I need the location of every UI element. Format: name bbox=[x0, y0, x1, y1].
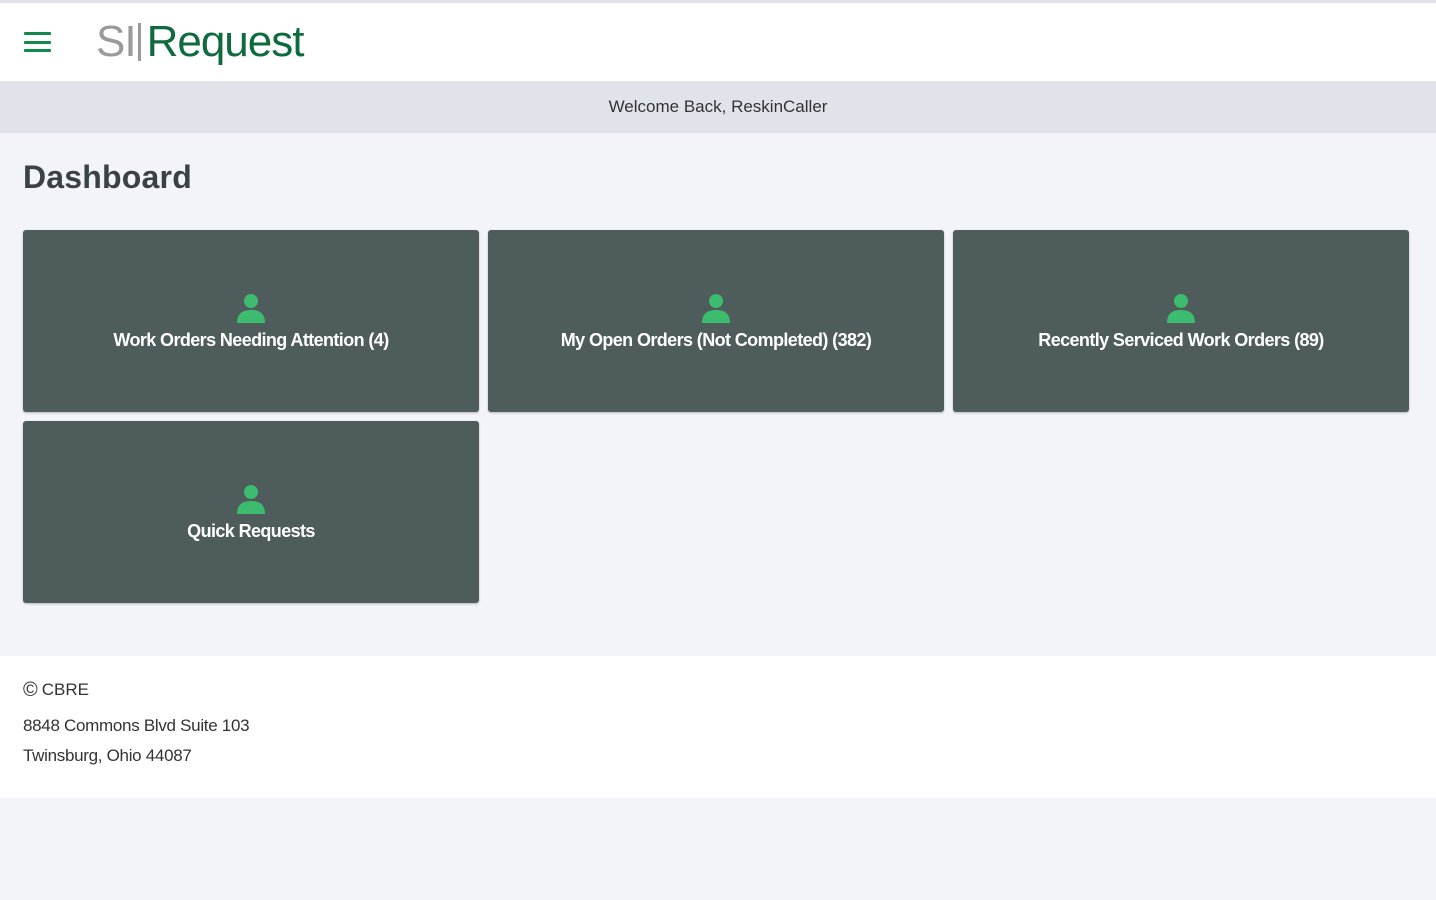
user-icon bbox=[1167, 293, 1195, 323]
address-line-2: Twinsburg, Ohio 44087 bbox=[23, 746, 192, 765]
page: SI Request Welcome Back, ReskinCaller Da… bbox=[0, 0, 1436, 900]
address-line-1: 8848 Commons Blvd Suite 103 bbox=[23, 716, 250, 735]
footer: © CBRE 8848 Commons Blvd Suite 103 Twins… bbox=[0, 656, 1436, 798]
tile-label: Quick Requests bbox=[187, 520, 315, 541]
user-icon bbox=[702, 293, 730, 323]
welcome-text: Welcome Back, ReskinCaller bbox=[608, 97, 828, 116]
logo-name: Request bbox=[146, 17, 305, 66]
app-logo[interactable]: SI Request bbox=[96, 17, 305, 66]
tile-label: Work Orders Needing Attention (4) bbox=[113, 329, 389, 350]
tile-recently-serviced-work-orders[interactable]: Recently Serviced Work Orders (89) bbox=[953, 230, 1409, 412]
tile-quick-requests[interactable]: Quick Requests bbox=[23, 421, 479, 603]
welcome-banner: Welcome Back, ReskinCaller bbox=[0, 81, 1436, 133]
dashboard-tiles: Work Orders Needing Attention (4) My Ope… bbox=[23, 230, 1413, 603]
company-name: CBRE bbox=[41, 680, 89, 699]
tile-work-orders-needing-attention[interactable]: Work Orders Needing Attention (4) bbox=[23, 230, 479, 412]
copyright: © CBRE bbox=[23, 680, 1413, 700]
dashboard-main: Dashboard Work Orders Needing Attention … bbox=[0, 133, 1436, 656]
tile-my-open-orders[interactable]: My Open Orders (Not Completed) (382) bbox=[488, 230, 944, 412]
top-bar: SI Request bbox=[0, 3, 1436, 81]
tile-label: My Open Orders (Not Completed) (382) bbox=[560, 329, 872, 350]
copyright-icon: © bbox=[23, 679, 38, 701]
logo-prefix: SI bbox=[96, 17, 137, 66]
logo-divider bbox=[137, 23, 141, 61]
page-title: Dashboard bbox=[23, 159, 192, 195]
tile-label: Recently Serviced Work Orders (89) bbox=[1038, 329, 1324, 350]
hamburger-menu-icon[interactable] bbox=[24, 29, 52, 55]
user-icon bbox=[237, 484, 265, 514]
user-icon bbox=[237, 293, 265, 323]
